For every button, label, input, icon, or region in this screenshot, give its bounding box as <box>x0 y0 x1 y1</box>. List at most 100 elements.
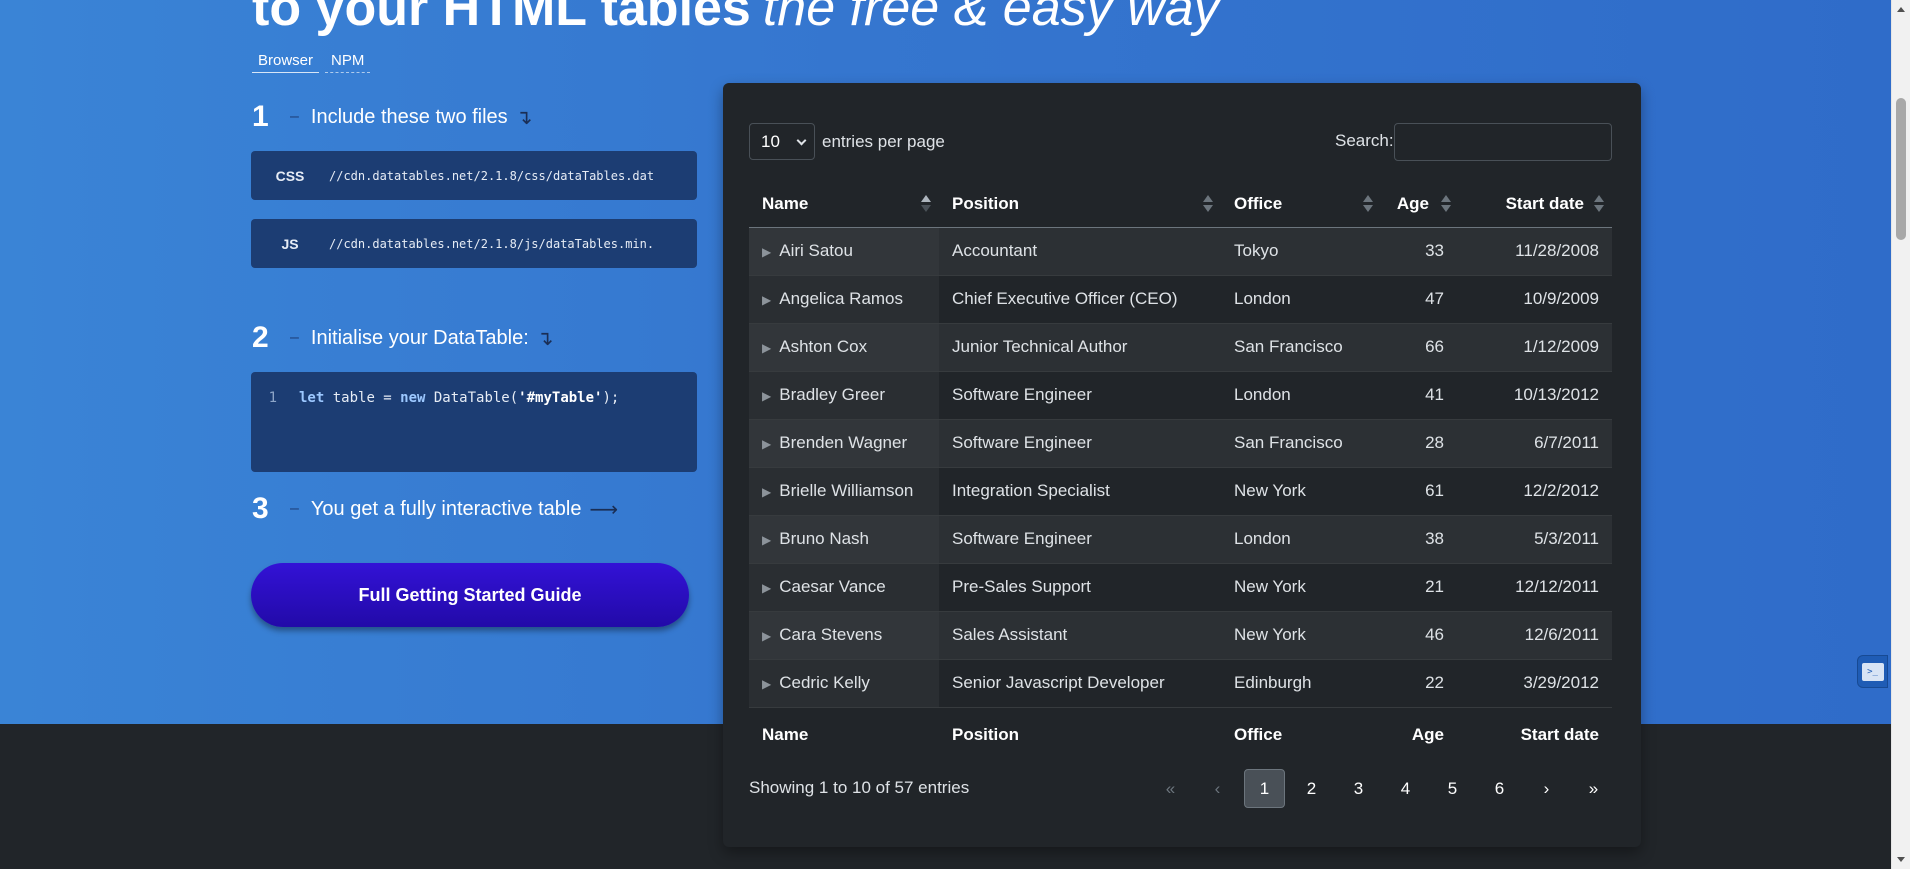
column-header-age[interactable]: Age <box>1381 181 1457 228</box>
next-page-button[interactable]: › <box>1526 769 1567 808</box>
column-header-name[interactable]: Name <box>749 181 939 228</box>
scroll-down-icon[interactable] <box>1897 857 1905 862</box>
tab-npm[interactable]: NPM <box>325 51 371 73</box>
search-input[interactable] <box>1394 123 1612 161</box>
table-row[interactable]: ▶ Bruno Nash Software Engineer London 38 5/3/… <box>749 515 1612 564</box>
cell-name[interactable]: ▶ Ashton Cox <box>749 323 939 372</box>
page-scrollbar[interactable] <box>1891 0 1910 869</box>
cell-position: Junior Technical Author <box>939 323 1221 372</box>
cell-name[interactable]: ▶ Bradley Greer <box>749 371 939 420</box>
column-header-start-date[interactable]: Start date <box>1457 181 1612 228</box>
page-button-4[interactable]: 4 <box>1385 769 1426 808</box>
cell-name[interactable]: ▶ Bruno Nash <box>749 515 939 564</box>
sort-icon <box>921 193 931 215</box>
table-row[interactable]: ▶ Cedric Kelly Senior Javascript Developer… <box>749 659 1612 708</box>
cell-position-text: Integration Specialist <box>952 481 1110 500</box>
expand-row-icon[interactable]: ▶ <box>762 341 771 355</box>
expand-row-icon[interactable]: ▶ <box>762 485 771 499</box>
init-code-block[interactable]: 1 let table = new DataTable('#myTable'); <box>251 372 697 472</box>
pagination: « ‹ 1 2 3 4 5 6 › » <box>1150 769 1614 808</box>
last-page-button[interactable]: » <box>1573 769 1614 808</box>
expand-row-icon[interactable]: ▶ <box>762 533 771 547</box>
cell-start-date: 12/6/2011 <box>1457 611 1612 660</box>
datatable-panel: 10 entries per page Search: Name Positio… <box>723 83 1641 847</box>
cell-start-date-text: 3/29/2012 <box>1523 673 1599 692</box>
cell-name-text: Brenden Wagner <box>779 433 908 452</box>
table-row[interactable]: ▶ Angelica Ramos Chief Executive Officer (… <box>749 275 1612 324</box>
expand-row-icon[interactable]: ▶ <box>762 629 771 643</box>
cell-age-text: 33 <box>1425 241 1444 260</box>
install-tabs: Browser NPM <box>252 51 371 73</box>
cell-name[interactable]: ▶ Angelica Ramos <box>749 275 939 324</box>
cell-name[interactable]: ▶ Cedric Kelly <box>749 659 939 708</box>
step-1: 1 – Include these two files ↴ <box>252 100 532 134</box>
cell-position-text: Senior Javascript Developer <box>952 673 1165 692</box>
cell-office: Tokyo <box>1221 227 1381 276</box>
code-keyword: let <box>299 390 325 406</box>
table-row[interactable]: ▶ Caesar Vance Pre-Sales Support New York 21… <box>749 563 1612 612</box>
entries-per-page-value: 10 <box>761 131 780 151</box>
cell-start-date: 10/9/2009 <box>1457 275 1612 324</box>
expand-row-icon[interactable]: ▶ <box>762 677 771 691</box>
cell-start-date: 1/12/2009 <box>1457 323 1612 372</box>
footer-office: Office <box>1221 706 1381 762</box>
table-row[interactable]: ▶ Brenden Wagner Software Engineer San Fran… <box>749 419 1612 468</box>
cell-name-text: Ashton Cox <box>779 337 868 356</box>
cell-start-date: 10/13/2012 <box>1457 371 1612 420</box>
page-button-5[interactable]: 5 <box>1432 769 1473 808</box>
css-include-code[interactable]: CSS //cdn.datatables.net/2.1.8/css/dataT… <box>251 151 697 200</box>
cell-name[interactable]: ▶ Cara Stevens <box>749 611 939 660</box>
tab-browser[interactable]: Browser <box>252 51 320 73</box>
cell-position-text: Software Engineer <box>952 433 1092 452</box>
table-row[interactable]: ▶ Cara Stevens Sales Assistant New York 46 12… <box>749 611 1612 660</box>
page-button-1[interactable]: 1 <box>1244 769 1285 808</box>
cell-start-date: 12/12/2011 <box>1457 563 1612 612</box>
scroll-up-icon[interactable] <box>1897 7 1905 12</box>
first-page-button[interactable]: « <box>1150 769 1191 808</box>
code-text: ); <box>602 390 620 406</box>
cell-name[interactable]: ▶ Airi Satou <box>749 227 939 276</box>
cell-position: Accountant <box>939 227 1221 276</box>
expand-row-icon[interactable]: ▶ <box>762 293 771 307</box>
cell-name[interactable]: ▶ Brielle Williamson <box>749 467 939 516</box>
page-button-6[interactable]: 6 <box>1479 769 1520 808</box>
page-button-2[interactable]: 2 <box>1291 769 1332 808</box>
line-number: 1 <box>268 390 277 406</box>
entries-per-page-label: entries per page <box>822 132 945 151</box>
getting-started-guide-button[interactable]: Full Getting Started Guide <box>251 563 689 627</box>
headline-italic: the free & easy way <box>762 0 1220 37</box>
expand-row-icon[interactable]: ▶ <box>762 581 771 595</box>
cell-start-date-text: 12/12/2011 <box>1515 577 1599 596</box>
js-include-code[interactable]: JS //cdn.datatables.net/2.1.8/js/dataTab… <box>251 219 697 268</box>
expand-row-icon[interactable]: ▶ <box>762 437 771 451</box>
cell-position: Chief Executive Officer (CEO) <box>939 275 1221 324</box>
code-text: table = <box>324 390 401 406</box>
column-header-office[interactable]: Office <box>1221 181 1381 228</box>
scrollbar-thumb[interactable] <box>1896 98 1906 240</box>
table-row[interactable]: ▶ Brielle Williamson Integration Specialis… <box>749 467 1612 516</box>
code-lang-label: CSS <box>275 167 305 184</box>
cell-age-text: 22 <box>1425 673 1444 692</box>
cell-name[interactable]: ▶ Brenden Wagner <box>749 419 939 468</box>
cell-name[interactable]: ▶ Caesar Vance <box>749 563 939 612</box>
step-2: 2 – Initialise your DataTable: ↴ <box>252 321 554 355</box>
step-number: 1 <box>252 100 269 133</box>
prev-page-button[interactable]: ‹ <box>1197 769 1238 808</box>
page-button-3[interactable]: 3 <box>1338 769 1379 808</box>
expand-row-icon[interactable]: ▶ <box>762 245 771 259</box>
cell-position-text: Accountant <box>952 241 1038 260</box>
side-widget-button[interactable]: >_ <box>1857 655 1888 688</box>
table-footer-row: Name Position Office Age Start date <box>749 706 1612 762</box>
table-row[interactable]: ▶ Airi Satou Accountant Tokyo 33 11/28/2008 <box>749 227 1612 276</box>
table-row[interactable]: ▶ Bradley Greer Software Engineer London 41 1… <box>749 371 1612 420</box>
column-header-position[interactable]: Position <box>939 181 1221 228</box>
cell-position-text: Software Engineer <box>952 529 1092 548</box>
footer-age: Age <box>1381 706 1457 762</box>
table-header-row: Name Position Office Age Start date <box>749 181 1612 228</box>
cell-age: 47 <box>1381 275 1457 324</box>
entries-per-page-select[interactable]: 10 <box>749 123 815 160</box>
cell-position-text: Pre-Sales Support <box>952 577 1091 596</box>
cell-position: Software Engineer <box>939 419 1221 468</box>
expand-row-icon[interactable]: ▶ <box>762 389 771 403</box>
table-row[interactable]: ▶ Ashton Cox Junior Technical Author San Fr… <box>749 323 1612 372</box>
